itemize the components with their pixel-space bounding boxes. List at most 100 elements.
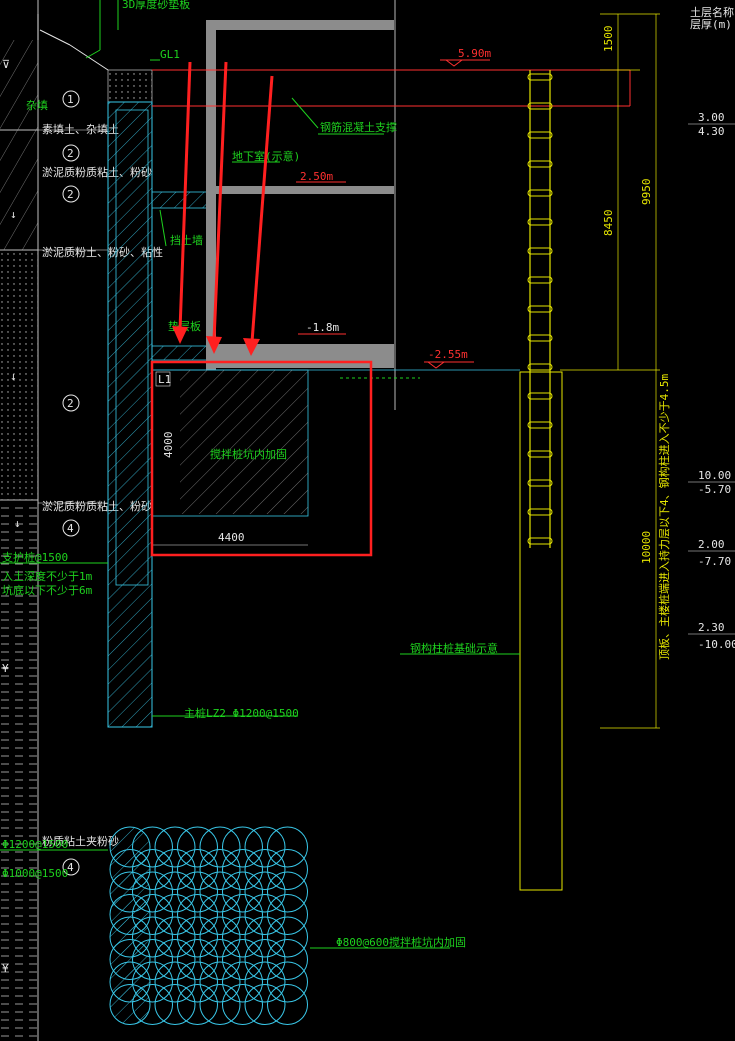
mixing-pile-circle [177,984,218,1025]
elevation-n255: -2.55m [428,348,468,361]
bottom-note-2: Φ1000@1500 [2,867,68,880]
ladder-rung [527,479,553,487]
ladder-rung [527,305,553,313]
mixing-pile-circle [177,826,218,868]
mixing-pile-circle [267,939,308,980]
mixing-pile-circle [267,826,308,868]
soil-layer-3 [0,250,38,500]
elevation-590: 5.90m [458,47,491,60]
side-value-430: 4.30 [698,125,725,138]
layer-tag-1: 1 [67,93,74,106]
mixing-pile-circle [199,871,241,913]
mixing-pile-circle [199,961,241,1003]
mixing-pile-circle [199,916,241,958]
side-value-1000b: -10.00 [698,638,735,651]
dim-1500: 1500 [602,26,615,53]
elevation-n18: -1.8m [306,321,339,334]
ladder-rung [527,276,553,284]
layer-tag-2b: 2 [67,188,74,201]
arrow-down-icon: ↓ [10,208,17,221]
mixing-pile-circle [177,871,218,913]
mixing-pile-circle [177,916,218,958]
mixing-pile-circle [199,939,241,980]
mixing-pile-circle [244,871,286,913]
soil-marker-icon: ¥ [2,662,9,675]
mixing-pile-circle [177,849,218,890]
ladder-rung [527,421,553,429]
mixing-pile-circle [267,871,308,913]
vertical-note: 顶板、主楼桩端进入持力层以下4、钢构柱进入不少于4.5m [657,374,671,660]
mixing-pile-circle [222,849,263,890]
concrete-support-label: 钢筋混凝土支撑 [320,120,397,134]
mixing-pile-circle [199,894,241,935]
wall-cap [107,69,153,103]
frame-base-slab [206,344,394,368]
mixing-pile-circle [199,826,241,868]
ladder-rung [527,189,553,197]
ladder-rung [527,218,553,226]
pile-note-2: 坑底以下不少于6m [2,583,93,597]
mixing-pile-circle [222,984,263,1025]
side-value-770: -7.70 [698,555,731,568]
dim-4000: 4000 [162,432,175,459]
mixing-pile-circle [222,939,263,980]
ladder-rung [527,450,553,458]
layer-tag-4: 4 [67,522,74,535]
mixing-pile-circle [244,939,286,980]
side-value-230: 2.30 [698,621,725,634]
side-value-300: 3.00 [698,111,725,124]
mixing-pile-circle [267,849,308,890]
mixing-pile-circle [177,894,218,935]
mixing-pile-circle [154,871,196,913]
layer-tag-2a: 2 [67,147,74,160]
dim-10000: 10000 [640,531,653,564]
mixing-pile-circle [154,894,196,935]
top-note: 3D厚度砂垫板 [122,0,190,11]
reinforcement-zone: L1 搅拌桩坑内加固 4000 4400 [150,360,373,557]
mixing-pile-grid [109,826,308,1025]
ladder-rung [527,508,553,516]
elevation-250: 2.50m [300,170,333,183]
table-title: 土层名称 [690,5,734,19]
mixing-pile-circle [154,939,196,980]
arrow-down-icon: ↓ [10,370,17,383]
mixing-pile-circle [222,871,263,913]
mixing-pile-circle [244,849,286,890]
mixing-pile-circle [244,984,286,1025]
ladder-rung [527,73,553,81]
soil-profile-column: ⊽ ↓ ↓ ↓ ¥ ¥ [0,0,39,1041]
mixing-pile-circle [199,984,241,1025]
mixing-pile-circle [154,961,196,1003]
bottom-label: Φ800@600搅拌桩坑内加固 [336,935,466,949]
reinforce-label: 搅拌桩坑内加固 [210,447,287,461]
table-subtitle: 层厚(m) [690,18,732,31]
side-value-570: -5.70 [698,483,731,496]
main-pile-label: 主桩LZ2 Φ1200@1500 [184,706,299,720]
mixing-pile-circle [244,894,286,935]
mixing-pile-circle [154,984,196,1025]
water-level-icon: ⊽ [2,58,10,71]
soil-desc-1: 素填土、杂填土 [42,122,119,136]
pile-cap-label: 钢构柱桩基础示意 [410,641,498,655]
side-value-1000: 10.00 [698,469,731,482]
mixing-pile-circle [154,849,196,890]
soil-marker-icon: ¥ [2,962,9,975]
ladder-rung [527,392,553,400]
soil-layer-1 [0,40,38,130]
mixing-pile-circle [222,961,263,1003]
pile-shaft [519,371,563,891]
ladder-rung [527,131,553,139]
mixing-pile-circle [267,894,308,935]
mixing-pile-circle [244,826,286,868]
arrow-head-icon [172,326,188,344]
dim-4400: 4400 [218,531,245,544]
ladder-rung [527,160,553,168]
mixing-pile-circle [154,916,196,958]
cad-drawing-canvas: ⊽ ↓ ↓ ↓ ¥ ¥ 1 2 2 2 4 4 素填土、杂填土 淤泥质粉质粘土、… [0,0,735,1041]
soil-layer-2 [0,130,38,250]
side-slab-lower [151,345,209,361]
main-pile-lz2 [107,101,153,728]
mixing-pile-circle [222,894,263,935]
mixing-pile-circle [267,916,308,958]
ladder-rung [527,334,553,342]
